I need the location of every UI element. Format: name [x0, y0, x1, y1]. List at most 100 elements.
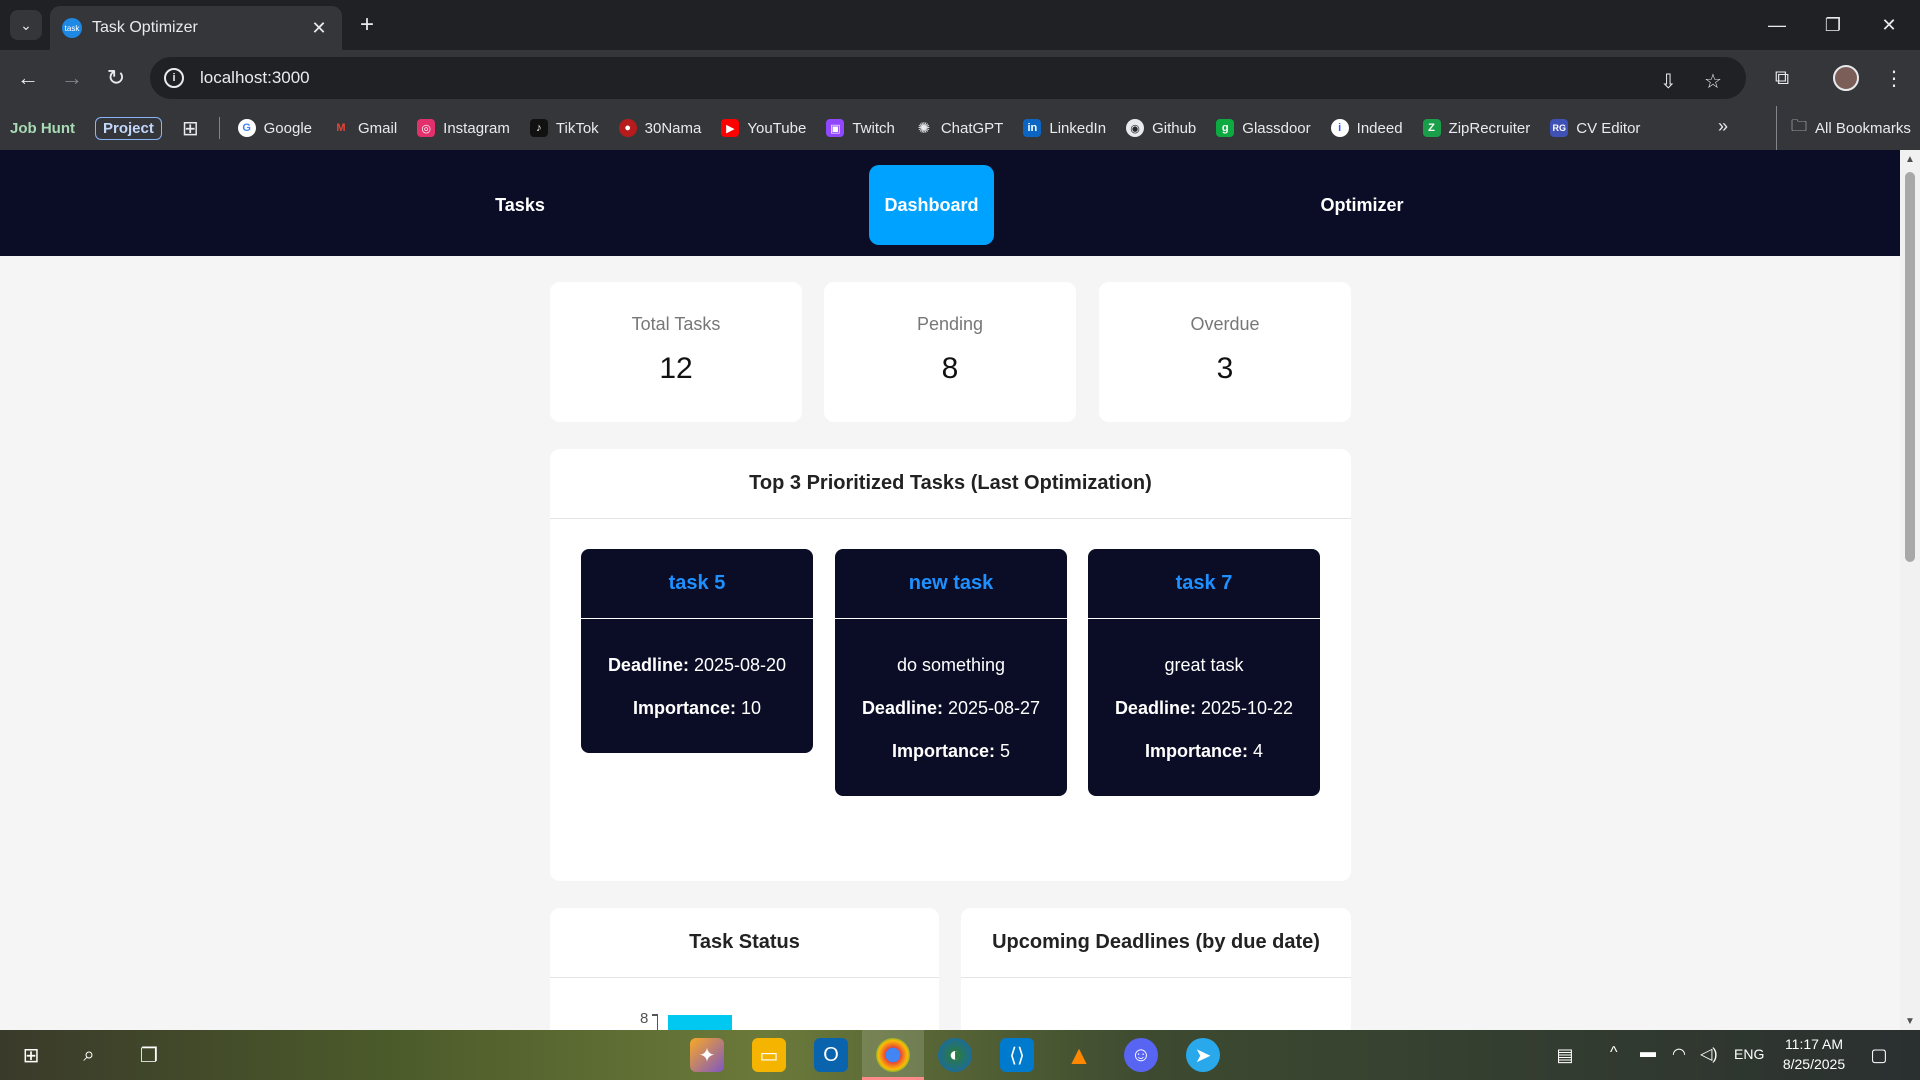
- avatar: [1833, 65, 1859, 91]
- scroll-down-icon[interactable]: ▼: [1904, 1016, 1916, 1027]
- bookmark-job-hunt[interactable]: Job Hunt: [10, 120, 75, 137]
- status-bar: [668, 1015, 732, 1030]
- bookmark-youtube[interactable]: ▶ YouTube: [721, 119, 806, 137]
- bookmark-project[interactable]: Project: [95, 116, 162, 140]
- importance-label: Importance:: [891, 741, 995, 761]
- task-name: task 5: [581, 549, 813, 619]
- stat-value: 8: [941, 352, 959, 385]
- deadline-value: 2025-08-27: [947, 698, 1041, 718]
- bookmark-glassdoor[interactable]: g Glassdoor: [1216, 119, 1311, 137]
- clock-date[interactable]: 8/25/2025: [1772, 1056, 1856, 1072]
- page-scrollbar[interactable]: ▲ ▼: [1900, 150, 1920, 1030]
- task-details: great task Deadline: 2025-10-22 Importan…: [1088, 619, 1320, 796]
- bookmark-google[interactable]: G Google: [237, 119, 312, 137]
- globe-app-icon[interactable]: ◐: [938, 1038, 972, 1072]
- folder-icon: 🗀: [1791, 117, 1808, 135]
- notifications-icon[interactable]: ▢: [1862, 1038, 1896, 1072]
- bookmark-twitch[interactable]: ▣ Twitch: [826, 119, 895, 137]
- 30nama-icon: ●: [618, 119, 637, 137]
- task-name: new task: [835, 549, 1067, 619]
- tab-close-icon[interactable]: ✕: [308, 18, 330, 39]
- file-explorer-icon[interactable]: ▭: [752, 1038, 786, 1072]
- bookmark-gmail[interactable]: M Gmail: [332, 119, 397, 137]
- install-app-icon[interactable]: ⇩: [1660, 69, 1677, 94]
- bookmark-label: ZipRecruiter: [1448, 119, 1531, 137]
- clock-time[interactable]: 11:17 AM: [1772, 1036, 1856, 1052]
- bookmark-cv-editor[interactable]: RG CV Editor: [1550, 119, 1640, 137]
- prioritized-tasks-card: Top 3 Prioritized Tasks (Last Optimizati…: [550, 449, 1351, 881]
- priority-task-card[interactable]: task 5 Deadline: 2025-08-20 Importance: …: [581, 549, 813, 753]
- wifi-icon[interactable]: ◠: [1672, 1044, 1686, 1064]
- bookmark-ziprecruiter[interactable]: Z ZipRecruiter: [1422, 119, 1531, 137]
- bookmark-label: Indeed: [1356, 119, 1403, 137]
- outlook-icon[interactable]: O: [814, 1038, 848, 1072]
- browser-tab[interactable]: task Task Optimizer ✕: [50, 6, 342, 50]
- address-bar[interactable]: i localhost:3000 ⇩ ☆: [150, 57, 1746, 99]
- vscode-icon[interactable]: ⟨⟩: [1000, 1038, 1034, 1072]
- bookmark-30nama[interactable]: ● 30Nama: [618, 119, 702, 137]
- indeed-icon: i: [1330, 119, 1349, 137]
- chart-y-tick: 8: [640, 1010, 649, 1027]
- task-deadline: Deadline: 2025-08-27: [845, 698, 1057, 719]
- restore-icon[interactable]: ❐: [1810, 8, 1856, 42]
- close-window-icon[interactable]: ✕: [1866, 8, 1912, 42]
- forward-arrow-icon[interactable]: →: [56, 62, 88, 94]
- bookmark-github[interactable]: ◉ Github: [1126, 119, 1196, 137]
- telegram-icon[interactable]: ➤: [1186, 1038, 1220, 1072]
- reload-icon[interactable]: ↻: [100, 62, 132, 94]
- priority-task-card[interactable]: new task do something Deadline: 2025-08-…: [835, 549, 1067, 796]
- chatgpt-icon: ✺: [917, 120, 931, 137]
- site-info-icon[interactable]: i: [164, 68, 184, 88]
- address-url: localhost:3000: [200, 68, 310, 87]
- nav-dashboard[interactable]: Dashboard: [869, 165, 994, 245]
- deadline-label: Deadline:: [607, 655, 689, 675]
- bookmark-tiktok[interactable]: ♪ TikTok: [529, 119, 599, 137]
- back-arrow-icon[interactable]: ←: [12, 62, 44, 94]
- keyboard-layout-icon[interactable]: ▤: [1548, 1038, 1582, 1072]
- os-taskbar: ⊞ ⌕ ❐ ✦ ▭ O ◐ ⟨⟩ ▲ ☺ ➤ ▤ ^ ▬ ◠ ◁) ENG 11…: [0, 1030, 1920, 1080]
- browser-menu-icon[interactable]: ⋮: [1878, 62, 1910, 94]
- bookmark-label: Github: [1152, 119, 1197, 137]
- windows-start-icon[interactable]: ⊞: [14, 1038, 48, 1072]
- search-icon[interactable]: ⌕: [72, 1038, 106, 1072]
- stat-label: Overdue: [1190, 314, 1260, 334]
- all-bookmarks-label: All Bookmarks: [1815, 119, 1911, 137]
- vlc-icon[interactable]: ▲: [1062, 1038, 1096, 1072]
- more-bookmarks-chevron-icon[interactable]: »: [1718, 116, 1728, 137]
- tab-search-chevron-icon[interactable]: ⌄: [10, 10, 42, 40]
- deadline-value: 2025-10-22: [1200, 698, 1294, 718]
- bookmark-linkedin[interactable]: in LinkedIn: [1023, 119, 1106, 137]
- all-bookmarks[interactable]: 🗀 All Bookmarks: [1776, 106, 1911, 150]
- chart-y-axis: [657, 1014, 658, 1030]
- bookmark-label: 30Nama: [644, 119, 702, 137]
- tray-chevron-icon[interactable]: ^: [1610, 1044, 1618, 1062]
- minimize-icon[interactable]: —: [1754, 8, 1800, 42]
- task-view-icon[interactable]: ❐: [132, 1038, 166, 1072]
- bookmark-label: LinkedIn: [1049, 119, 1107, 137]
- bookmark-star-icon[interactable]: ☆: [1704, 69, 1722, 94]
- discord-icon[interactable]: ☺: [1124, 1038, 1158, 1072]
- importance-label: Importance:: [1144, 741, 1248, 761]
- volume-icon[interactable]: ◁): [1700, 1044, 1718, 1064]
- bookmark-label: CV Editor: [1576, 119, 1641, 137]
- language-indicator[interactable]: ENG: [1734, 1046, 1764, 1062]
- bookmark-indeed[interactable]: i Indeed: [1330, 119, 1403, 137]
- scroll-up-icon[interactable]: ▲: [1904, 154, 1916, 165]
- bookmark-chatgpt[interactable]: ✺ ChatGPT: [915, 119, 1004, 138]
- task-deadline: Deadline: 2025-08-20: [591, 655, 803, 676]
- task-description: do something: [896, 655, 1006, 675]
- nav-tasks[interactable]: Tasks: [460, 165, 580, 245]
- priority-task-card[interactable]: task 7 great task Deadline: 2025-10-22 I…: [1088, 549, 1320, 796]
- glassdoor-icon: g: [1216, 119, 1235, 137]
- nav-optimizer[interactable]: Optimizer: [1302, 165, 1422, 245]
- new-tab-plus-icon[interactable]: +: [352, 10, 382, 40]
- scroll-thumb[interactable]: [1905, 172, 1915, 562]
- bookmark-label: Twitch: [852, 119, 895, 137]
- apps-grid-icon[interactable]: ⊞: [182, 116, 199, 141]
- copilot-icon[interactable]: ✦: [690, 1038, 724, 1072]
- profile-avatar[interactable]: [1830, 62, 1862, 94]
- bookmark-instagram[interactable]: ◎ Instagram: [417, 119, 510, 137]
- extensions-puzzle-icon[interactable]: ⧉: [1766, 62, 1798, 94]
- battery-icon[interactable]: ▬: [1640, 1044, 1656, 1062]
- chrome-icon[interactable]: [876, 1038, 910, 1072]
